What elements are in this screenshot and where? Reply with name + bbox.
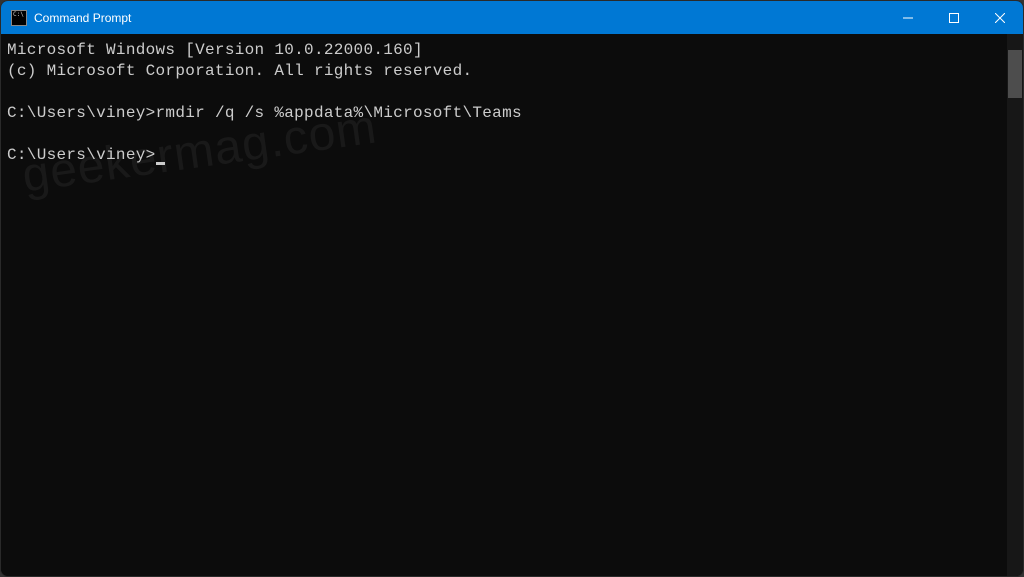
command-prompt-window: Command Prompt Microsoft Windows [Versio… [0,0,1024,577]
cmd-icon [11,10,27,26]
prompt: C:\Users\viney> [7,104,156,122]
terminal-output[interactable]: Microsoft Windows [Version 10.0.22000.16… [1,34,1007,576]
window-title: Command Prompt [34,11,885,25]
scrollbar[interactable] [1007,34,1023,576]
window-controls [885,1,1023,34]
command: rmdir /q /s %appdata%\Microsoft\Teams [156,104,522,122]
minimize-button[interactable] [885,1,931,34]
output-line: (c) Microsoft Corporation. All rights re… [7,62,472,80]
close-button[interactable] [977,1,1023,34]
output-line: Microsoft Windows [Version 10.0.22000.16… [7,41,423,59]
prompt: C:\Users\viney> [7,146,156,164]
terminal-area[interactable]: Microsoft Windows [Version 10.0.22000.16… [1,34,1023,576]
scrollbar-thumb[interactable] [1008,50,1022,98]
titlebar[interactable]: Command Prompt [1,1,1023,34]
maximize-button[interactable] [931,1,977,34]
cursor [156,162,165,165]
